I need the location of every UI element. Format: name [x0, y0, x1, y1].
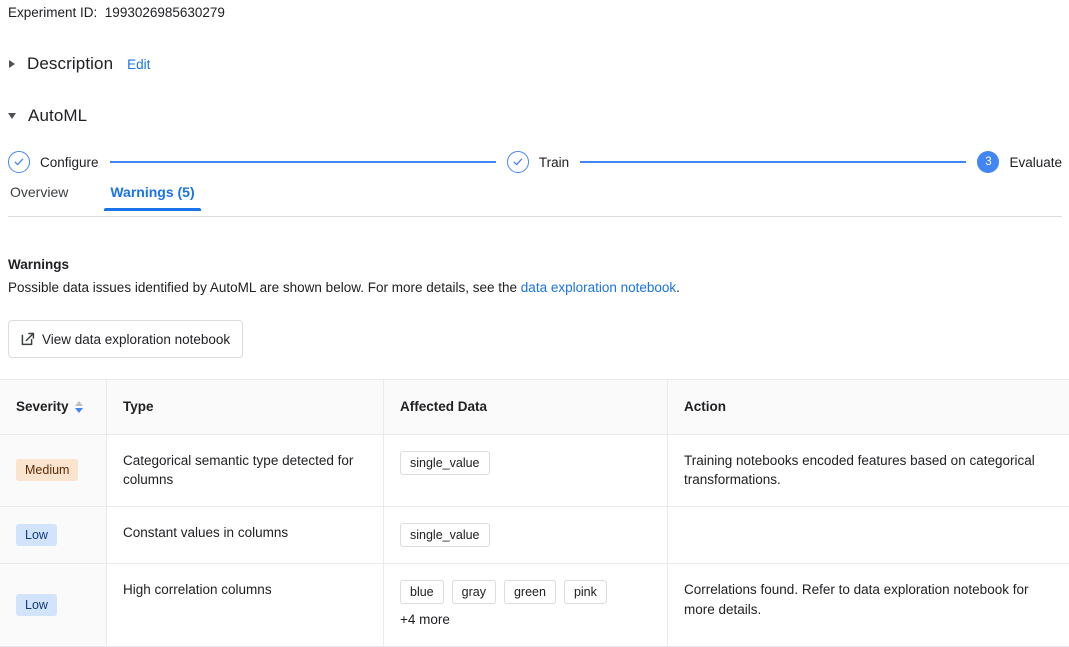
warnings-description-text: Possible data issues identified by AutoM…: [8, 280, 521, 295]
cell-type: Constant values in columns: [107, 506, 384, 563]
status-badge: Low: [16, 593, 57, 617]
experiment-id: Experiment ID: 1993026985630279: [8, 5, 225, 20]
status-badge: Low: [16, 523, 57, 546]
column-header-type: Type: [107, 380, 384, 434]
column-header-action: Action: [684, 399, 726, 414]
edit-description-link[interactable]: Edit: [127, 57, 150, 72]
step-connector-1: [109, 161, 496, 163]
chip: single_value: [400, 522, 490, 547]
warnings-table: Severity Type Affected Data Action Mediu…: [0, 379, 1069, 647]
tab-warnings[interactable]: Warnings (5): [104, 184, 201, 211]
section-description-title: Description: [27, 54, 114, 73]
cell-severity: Low: [0, 563, 107, 646]
cell-type: Categorical semantic type detected for c…: [107, 434, 384, 506]
chip: gray: [451, 579, 496, 605]
section-description[interactable]: Description Edit: [8, 54, 150, 74]
column-header-severity-label: Severity: [16, 399, 69, 414]
step-train-check-icon: [506, 151, 529, 173]
cell-severity: Low: [0, 506, 107, 563]
chevron-down-icon[interactable]: [8, 113, 16, 119]
cell-affected-data: single_value: [384, 434, 668, 506]
chip: single_value: [400, 450, 490, 475]
tab-overview[interactable]: Overview: [8, 184, 70, 211]
table-row[interactable]: Medium Categorical semantic type detecte…: [0, 434, 1069, 507]
step-configure[interactable]: Configure: [8, 151, 99, 173]
affected-data-more-label[interactable]: +4 more: [400, 610, 450, 630]
step-train[interactable]: Train: [506, 151, 570, 173]
step-configure-check-icon: [8, 151, 30, 173]
experiment-id-label: Experiment ID:: [8, 5, 98, 20]
experiment-id-value: 1993026985630279: [104, 5, 225, 20]
chip: pink: [563, 579, 607, 605]
cell-action: Training notebooks encoded features base…: [684, 452, 1035, 488]
step-connector-2: [580, 161, 967, 163]
automl-stepper: Configure Train 3 Evaluate: [8, 147, 1062, 177]
automl-warnings-page: Experiment ID: 1993026985630279 Descript…: [0, 0, 1069, 647]
cell-affected-data: single_value: [384, 506, 668, 563]
warnings-description-period: .: [676, 280, 680, 295]
cell-action: [668, 507, 1069, 563]
column-header-affected-data: Affected Data: [384, 380, 668, 434]
step-configure-label: Configure: [40, 154, 99, 170]
view-notebook-button[interactable]: View data exploration notebook: [8, 320, 244, 358]
section-automl-title: AutoML: [28, 106, 88, 125]
cell-affected-data: blue gray green pink +4 more: [384, 563, 668, 646]
chip-group: single_value: [400, 450, 651, 475]
table-row[interactable]: Low High correlation columns blue gray g…: [0, 563, 1069, 646]
cell-type: High correlation columns: [107, 563, 384, 646]
step-evaluate-label: Evaluate: [1009, 154, 1063, 170]
external-link-icon: [21, 332, 35, 346]
chip: green: [503, 579, 556, 605]
sort-icon[interactable]: [74, 400, 83, 413]
tab-bar: Overview Warnings (5): [0, 184, 1069, 217]
column-header-severity[interactable]: Severity: [0, 380, 107, 434]
chip: blue: [400, 579, 444, 605]
status-badge: Medium: [16, 458, 79, 482]
section-automl[interactable]: AutoML: [8, 106, 87, 126]
data-exploration-notebook-link[interactable]: data exploration notebook: [521, 280, 676, 295]
step-train-label: Train: [538, 154, 570, 170]
cell-action: Correlations found. Refer to data explor…: [684, 581, 1029, 617]
warnings-description: Possible data issues identified by AutoM…: [8, 280, 680, 295]
chip-group: single_value: [400, 522, 651, 547]
step-evaluate[interactable]: 3 Evaluate: [977, 151, 1062, 173]
step-evaluate-number: 3: [977, 151, 1000, 173]
table-header-row: Severity Type Affected Data Action: [0, 380, 1069, 435]
warnings-heading: Warnings: [8, 257, 70, 272]
cell-severity: Medium: [0, 434, 107, 506]
chevron-right-icon[interactable]: [9, 60, 15, 68]
view-notebook-button-label: View data exploration notebook: [42, 331, 231, 347]
tab-divider: [8, 216, 1062, 217]
chip-group: blue gray green pink +4 more: [400, 579, 651, 630]
table-row[interactable]: Low Constant values in columns single_va…: [0, 506, 1069, 564]
